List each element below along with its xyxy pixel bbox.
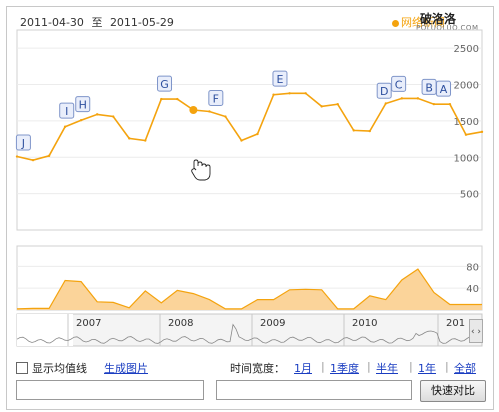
chart-frame	[6, 6, 494, 410]
date-separator: 至	[91, 16, 103, 29]
compare-keyword-input-1[interactable]	[16, 380, 204, 400]
legend-dot-icon	[392, 19, 399, 27]
span-option-all[interactable]: 全部	[454, 360, 476, 376]
generate-image-link[interactable]: 生成图片	[104, 360, 148, 376]
avg-line-checkbox[interactable]	[16, 362, 28, 374]
avg-line-label: 显示均值线	[32, 362, 87, 375]
date-start: 2011-04-30	[20, 16, 84, 29]
compare-keyword-input-2[interactable]	[216, 380, 412, 400]
span-separator: |	[321, 360, 325, 373]
span-option-1-year[interactable]: 1年	[418, 360, 436, 376]
date-range: 2011-04-30 至 2011-05-29	[20, 14, 178, 30]
quick-compare-button[interactable]: 快速对比	[420, 380, 486, 402]
span-option-half-year[interactable]: 半年	[376, 360, 398, 376]
user-attention-label: 用户关注度	[18, 37, 73, 50]
time-span-label: 时间宽度：	[230, 362, 285, 375]
span-option-1-quarter[interactable]: 1季度	[330, 360, 359, 376]
hover-date: 2011-05-11	[414, 36, 473, 47]
span-option-1-month[interactable]: 1月	[294, 360, 312, 376]
media-attention-label: 媒体关注度	[18, 250, 73, 263]
span-separator: |	[409, 360, 413, 373]
date-end: 2011-05-29	[109, 16, 174, 29]
span-separator: |	[445, 360, 449, 373]
compare-row: 快速对比	[16, 380, 486, 404]
span-separator: |	[367, 360, 371, 373]
controls-bar: 显示均值线 生成图片 时间宽度： 1月 | 1季度 | 半年 | 1年 | 全部	[16, 360, 486, 378]
watermark-sub: POLUOLUO.COM	[416, 24, 479, 32]
range-handle[interactable]: ‹ ›	[469, 319, 483, 343]
